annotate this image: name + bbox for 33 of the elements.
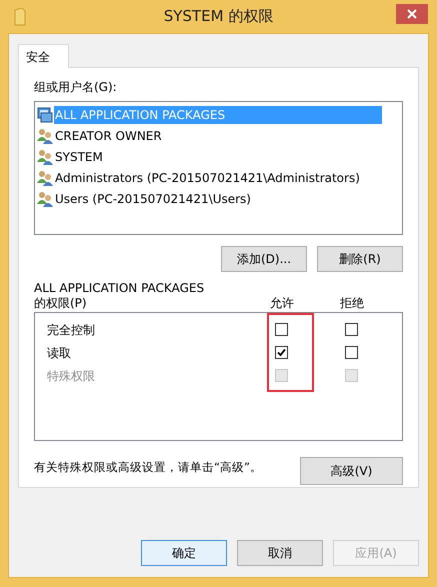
window-title: SYSTEM 的权限 xyxy=(164,6,274,28)
checkbox[interactable] xyxy=(274,346,288,359)
user-item[interactable]: CREATOR OWNER xyxy=(54,126,163,144)
group-label: 组或用户名(G): xyxy=(34,79,118,96)
checkbox[interactable] xyxy=(344,346,358,359)
close-button[interactable] xyxy=(396,4,428,24)
users-icon xyxy=(37,190,53,206)
checkbox[interactable] xyxy=(344,323,358,336)
permission-name: 特殊权限 xyxy=(47,368,96,384)
dialog-button[interactable]: 取消 xyxy=(237,540,323,566)
tab[interactable]: 安全 xyxy=(18,44,69,68)
note-text: 有关特殊权限或高级设置，请单击“高级”。 xyxy=(34,459,263,476)
permissions-label: ALL APPLICATION PACKAGES xyxy=(34,281,206,296)
check-icon xyxy=(276,348,286,357)
user-item[interactable]: Users (PC-201507021421\Users) xyxy=(54,190,252,208)
user-item[interactable]: Administrators (PC-201507021421\Administrators) xyxy=(54,168,361,186)
permission-name: 完全控制 xyxy=(47,322,96,338)
users-icon xyxy=(37,148,53,164)
users-icon xyxy=(37,170,53,186)
dialog-button[interactable]: 添加(D)... xyxy=(221,246,307,272)
package-icon xyxy=(37,106,53,122)
dialog-button[interactable]: 高级(V) xyxy=(300,457,403,485)
permissions-label: 的权限(P) xyxy=(34,296,88,311)
dialog-button[interactable]: 确定 xyxy=(141,540,227,566)
users-icon xyxy=(37,128,53,144)
dialog-button[interactable]: 删除(R) xyxy=(317,246,403,272)
folder-icon xyxy=(14,8,26,26)
close-icon xyxy=(407,9,417,19)
column-header: 拒绝 xyxy=(339,296,365,311)
user-item[interactable]: SYSTEM xyxy=(54,148,104,166)
column-header: 允许 xyxy=(269,296,295,311)
checkbox[interactable] xyxy=(274,323,288,336)
permission-name: 读取 xyxy=(47,344,72,362)
